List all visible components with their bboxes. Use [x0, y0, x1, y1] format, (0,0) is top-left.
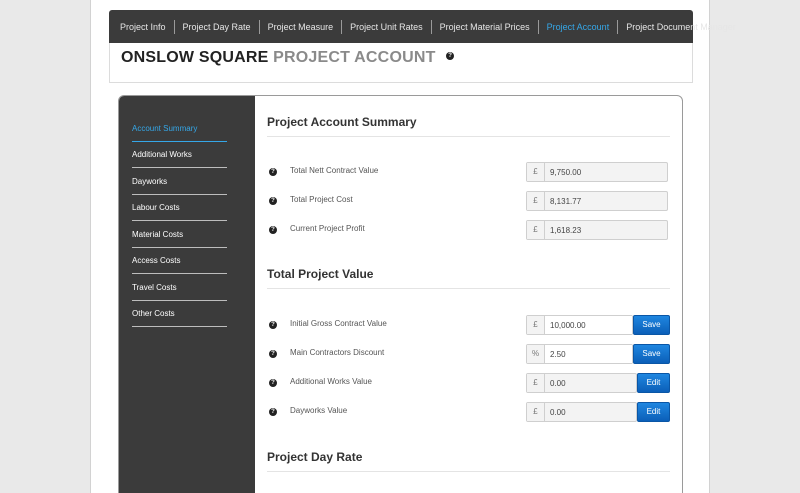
- current-project-profit-input[interactable]: [545, 221, 667, 239]
- currency-unit: £: [527, 316, 545, 334]
- row-label: Total Nett Contract Value: [290, 166, 379, 175]
- section-title-project-day-rate: Project Day Rate: [267, 450, 670, 472]
- tab-project-info[interactable]: Project Info: [112, 19, 175, 34]
- tab-project-account[interactable]: Project Account: [539, 19, 619, 34]
- sidebar-item-account-summary[interactable]: Account Summary: [132, 116, 227, 142]
- dayworks-value-input[interactable]: [545, 403, 636, 421]
- percent-unit: %: [527, 345, 545, 363]
- sidebar-item-additional-works[interactable]: Additional Works: [132, 142, 227, 168]
- sidebar: Account Summary Additional Works Daywork…: [119, 96, 255, 493]
- save-discount-button[interactable]: Save: [633, 344, 670, 364]
- value-row-additional-works-value: ? Additional Works Value £ Edit: [267, 373, 670, 393]
- page-subtitle: PROJECT ACCOUNT: [273, 49, 436, 66]
- sidebar-item-access-costs[interactable]: Access Costs: [132, 248, 227, 274]
- help-icon[interactable]: ?: [269, 350, 277, 358]
- page: Project Info Project Day Rate Project Me…: [90, 0, 736, 493]
- sidebar-item-other-costs[interactable]: Other Costs: [132, 301, 227, 327]
- total-project-cost-input[interactable]: [545, 192, 667, 210]
- additional-works-value-input[interactable]: [545, 374, 636, 392]
- main-contractors-discount-input[interactable]: [545, 345, 632, 363]
- summary-row-current-project-profit: ? Current Project Profit £: [267, 220, 670, 240]
- help-icon[interactable]: ?: [269, 379, 277, 387]
- tab-project-material-prices[interactable]: Project Material Prices: [432, 19, 539, 34]
- edit-additional-works-button[interactable]: Edit: [637, 373, 670, 393]
- currency-unit: £: [527, 192, 545, 210]
- currency-unit: £: [527, 403, 545, 421]
- main-content: Project Account Summary ? Total Nett Con…: [267, 96, 670, 493]
- help-icon[interactable]: ?: [269, 408, 277, 416]
- page-title: ONSLOW SQUARE PROJECT ACCOUNT ?: [121, 49, 455, 67]
- row-label: Total Project Cost: [290, 195, 353, 204]
- currency-unit: £: [527, 221, 545, 239]
- value-row-initial-gross-contract-value: ? Initial Gross Contract Value £ Save: [267, 315, 670, 335]
- dayworks-value-field: £: [526, 402, 637, 422]
- main-contractors-discount-field: %: [526, 344, 633, 364]
- sidebar-item-labour-costs[interactable]: Labour Costs: [132, 195, 227, 221]
- help-icon[interactable]: ?: [446, 51, 455, 60]
- edit-dayworks-button[interactable]: Edit: [637, 402, 670, 422]
- value-row-dayworks-value: ? Dayworks Value £ Edit: [267, 402, 670, 422]
- row-label: Main Contractors Discount: [290, 348, 385, 357]
- help-icon[interactable]: ?: [269, 197, 277, 205]
- total-nett-contract-value-field: £: [526, 162, 668, 182]
- section-title-total-project-value: Total Project Value: [267, 267, 670, 289]
- account-panel: Account Summary Additional Works Daywork…: [118, 95, 683, 493]
- summary-row-total-project-cost: ? Total Project Cost £: [267, 191, 670, 211]
- row-label: Additional Works Value: [290, 377, 372, 386]
- initial-gross-contract-value-input[interactable]: [545, 316, 632, 334]
- tab-project-day-rate[interactable]: Project Day Rate: [175, 19, 260, 34]
- row-label: Dayworks Value: [290, 406, 348, 415]
- section-title-account-summary: Project Account Summary: [267, 115, 670, 137]
- top-nav: Project Info Project Day Rate Project Me…: [109, 10, 736, 43]
- help-icon[interactable]: ?: [269, 168, 277, 176]
- current-project-profit-field: £: [526, 220, 668, 240]
- initial-gross-contract-value-field: £: [526, 315, 633, 335]
- tab-project-measure[interactable]: Project Measure: [260, 19, 343, 34]
- sidebar-item-dayworks[interactable]: Dayworks: [132, 169, 227, 195]
- currency-unit: £: [527, 374, 545, 392]
- help-icon[interactable]: ?: [269, 321, 277, 329]
- sidebar-item-travel-costs[interactable]: Travel Costs: [132, 275, 227, 301]
- row-label: Initial Gross Contract Value: [290, 319, 387, 328]
- save-gross-contract-button[interactable]: Save: [633, 315, 670, 335]
- project-name: ONSLOW SQUARE: [121, 49, 269, 66]
- value-row-main-contractors-discount: ? Main Contractors Discount % Save: [267, 344, 670, 364]
- additional-works-value-field: £: [526, 373, 637, 393]
- currency-unit: £: [527, 163, 545, 181]
- tab-project-unit-rates[interactable]: Project Unit Rates: [342, 19, 432, 34]
- summary-row-total-nett-contract-value: ? Total Nett Contract Value £: [267, 162, 670, 182]
- page-header: ONSLOW SQUARE PROJECT ACCOUNT ?: [109, 43, 693, 83]
- row-label: Current Project Profit: [290, 224, 365, 233]
- total-nett-contract-value-input[interactable]: [545, 163, 667, 181]
- total-project-cost-field: £: [526, 191, 668, 211]
- tab-project-document-manager[interactable]: Project Document Manager: [618, 20, 744, 34]
- help-icon[interactable]: ?: [269, 226, 277, 234]
- sidebar-item-material-costs[interactable]: Material Costs: [132, 222, 227, 248]
